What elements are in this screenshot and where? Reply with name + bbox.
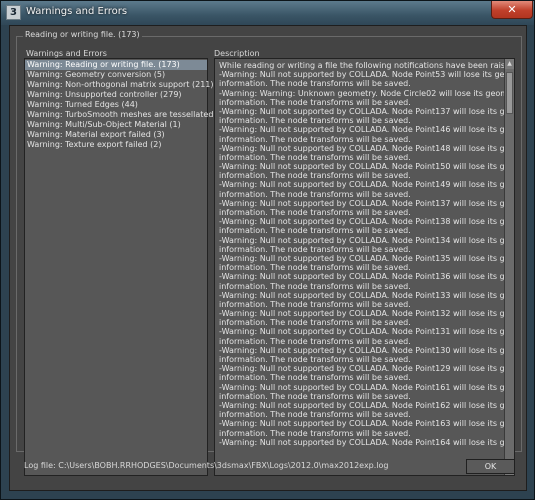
description-line: -Warning: Null not supported by COLLADA.… <box>219 290 515 300</box>
list-item[interactable]: Warning: Unsupported controller (279) <box>25 90 207 100</box>
description-text: While reading or writing a file the foll… <box>219 61 515 447</box>
list-item[interactable]: Warning: Non-orthogonal matrix support (… <box>25 80 214 90</box>
description-line: information. The node transforms will be… <box>219 336 411 346</box>
description-line: -Warning: Warning: Unknown geometry. Nod… <box>219 88 515 98</box>
description-line: -Warning: Null not supported by COLLADA.… <box>219 382 515 392</box>
description-line: information. The node transforms will be… <box>219 410 411 420</box>
description-line: -Warning: Null not supported by COLLADA.… <box>219 253 515 263</box>
warnings-list-label: Warnings and Errors <box>26 49 107 58</box>
description-line: -Warning: Null not supported by COLLADA.… <box>219 162 515 172</box>
description-line: information. The node transforms will be… <box>219 318 411 328</box>
description-line: information. The node transforms will be… <box>219 152 411 162</box>
list-item[interactable]: Warning: Geometry conversion (5) <box>25 70 207 80</box>
description-line: -Warning: Null not supported by COLLADA.… <box>219 419 515 429</box>
description-line: -Warning: Null not supported by COLLADA.… <box>219 437 515 447</box>
description-line: information. The node transforms will be… <box>219 244 411 254</box>
app-icon[interactable]: 3 <box>6 5 21 20</box>
title-bar[interactable]: 3 Warnings and Errors ✕ <box>1 1 534 25</box>
list-item[interactable]: Warning: Texture export failed (2) <box>25 140 207 150</box>
description-line: -Warning: Null not supported by COLLADA.… <box>219 217 515 227</box>
description-line: information. The node transforms will be… <box>219 281 411 291</box>
description-line: -Warning: Null not supported by COLLADA.… <box>219 198 515 208</box>
list-item[interactable]: Warning: Multi/Sub-Object Material (1) <box>25 120 207 130</box>
description-line: -Warning: Null not supported by COLLADA.… <box>219 143 515 153</box>
description-line: information. The node transforms will be… <box>219 391 411 401</box>
description-line: -Warning: Null not supported by COLLADA.… <box>219 309 515 319</box>
description-line: information. The node transforms will be… <box>219 428 411 438</box>
description-line: information. The node transforms will be… <box>219 299 411 309</box>
description-label: Description <box>214 49 260 58</box>
close-button[interactable]: ✕ <box>491 1 533 19</box>
description-line: information. The node transforms will be… <box>219 79 411 89</box>
description-line: information. The node transforms will be… <box>219 116 411 126</box>
description-line: -Warning: Null not supported by COLLADA.… <box>219 235 515 245</box>
description-line: information. The node transforms will be… <box>219 373 411 383</box>
description-line: While reading or writing a file the foll… <box>219 61 515 70</box>
description-line: -Warning: Null not supported by COLLADA.… <box>219 345 515 355</box>
list-item[interactable]: Warning: Turned Edges (44) <box>25 100 207 110</box>
description-line: information. The node transforms will be… <box>219 263 411 273</box>
description-line: -Warning: Null not supported by COLLADA.… <box>219 327 515 337</box>
list-item[interactable]: Warning: Material export failed (3) <box>25 130 207 140</box>
description-line: information. The node transforms will be… <box>219 134 411 144</box>
list-item[interactable]: Warning: TurboSmooth meshes are tessella… <box>25 110 240 120</box>
close-icon: ✕ <box>507 3 517 16</box>
description-line: information. The node transforms will be… <box>219 208 411 217</box>
description-line: -Warning: Null not supported by COLLADA.… <box>219 70 515 80</box>
description-line: -Warning: Null not supported by COLLADA.… <box>219 180 515 190</box>
description-line: -Warning: Null not supported by COLLADA.… <box>219 400 515 410</box>
scroll-up-arrow-icon[interactable]: ▲ <box>505 59 514 69</box>
description-line: information. The node transforms will be… <box>219 97 411 107</box>
description-line: information. The node transforms will be… <box>219 355 411 364</box>
warnings-list[interactable]: Warning: Reading or writing file. (173) W… <box>24 58 240 476</box>
log-file-path: Log file: C:\Users\BOBH.RRHODGES\Documen… <box>24 461 389 470</box>
dialog-client-area: Reading or writing file. (173) Warnings … <box>9 25 527 491</box>
description-box[interactable]: While reading or writing a file the foll… <box>214 58 515 476</box>
description-line: -Warning: Null not supported by COLLADA.… <box>219 125 515 135</box>
description-line: information. The node transforms will be… <box>219 189 411 199</box>
description-line: information. The node transforms will be… <box>219 226 411 236</box>
description-line: -Warning: Null not supported by COLLADA.… <box>219 364 515 374</box>
list-item[interactable]: Warning: Reading or writing file. (173) <box>25 60 207 70</box>
ok-button[interactable]: OK <box>466 459 515 474</box>
description-line: -Warning: Null not supported by COLLADA.… <box>219 106 515 116</box>
description-line: -Warning: Null not supported by COLLADA.… <box>219 272 515 282</box>
window-title: Warnings and Errors <box>26 6 128 17</box>
scrollbar-thumb[interactable] <box>506 72 513 114</box>
group-legend: Reading or writing file. (173) <box>23 30 142 39</box>
description-line: information. The node transforms will be… <box>219 171 411 181</box>
warnings-dialog: 3 Warnings and Errors ✕ Reading or writi… <box>0 0 535 500</box>
description-scrollbar[interactable]: ▲ ▼ <box>504 59 514 475</box>
